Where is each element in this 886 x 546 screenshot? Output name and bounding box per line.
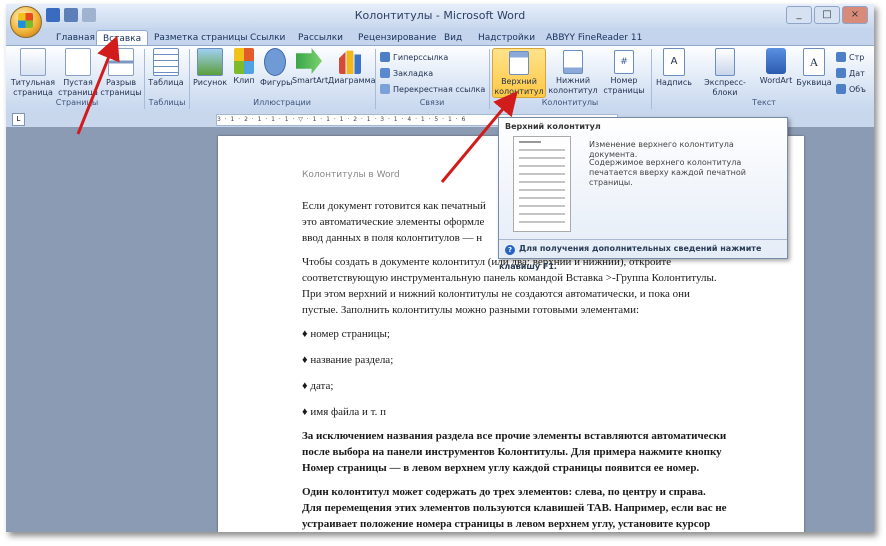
arrow-to-insert-tab (76, 35, 120, 135)
office-logo-icon (18, 13, 33, 28)
office-button[interactable] (10, 6, 42, 38)
word-window: Колонтитулы - Microsoft Word _ □ × Главн… (6, 4, 874, 532)
annotation-arrows (76, 35, 518, 183)
arrow-to-header-button (440, 91, 518, 183)
